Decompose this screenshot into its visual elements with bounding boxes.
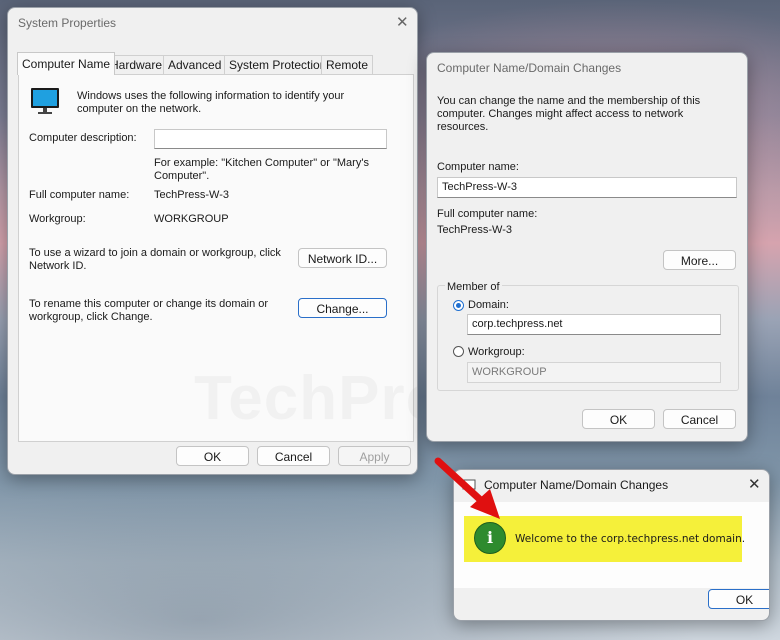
- computer-icon: [31, 88, 59, 114]
- workgroup-value: WORKGROUP: [154, 213, 229, 225]
- tab-system-protection[interactable]: System Protection: [224, 55, 332, 74]
- wizard-text: To use a wizard to join a domain or work…: [29, 247, 281, 272]
- cancel-button[interactable]: Cancel: [257, 446, 330, 466]
- computer-name-panel: TechPress.net Windows uses the following…: [18, 74, 414, 442]
- info-icon: i: [474, 522, 506, 554]
- description-label: Computer description:: [29, 132, 137, 144]
- intro-text: Windows uses the following information t…: [77, 90, 345, 115]
- change-button[interactable]: Change...: [298, 298, 387, 318]
- more-button[interactable]: More...: [663, 250, 736, 270]
- ok-button[interactable]: OK: [176, 446, 249, 466]
- computer-description-input[interactable]: [154, 129, 387, 149]
- dialog-ok-button[interactable]: OK: [582, 409, 655, 429]
- domain-input[interactable]: corp.techpress.net: [467, 314, 721, 335]
- welcome-ok-button[interactable]: OK: [708, 589, 769, 609]
- tab-remote[interactable]: Remote: [321, 55, 374, 74]
- tab-computer-name[interactable]: Computer Name: [17, 52, 116, 75]
- rename-text: To rename this computer or change its do…: [29, 298, 269, 323]
- domain-radio[interactable]: [453, 300, 464, 311]
- changes-intro-text: You can change the name and the membersh…: [437, 95, 701, 133]
- dialog-title: Computer Name/Domain Changes: [437, 61, 622, 75]
- close-icon[interactable]: ✕: [396, 13, 409, 31]
- domain-label: Domain:: [468, 299, 509, 311]
- full-name-value: TechPress-W-3: [154, 189, 229, 201]
- message-title: Computer Name/Domain Changes: [484, 478, 669, 492]
- watermark: TechPress.net: [194, 363, 417, 434]
- window-title: System Properties: [18, 16, 117, 30]
- computer-name-input[interactable]: TechPress-W-3: [437, 177, 737, 198]
- example-text: For example: "Kitchen Computer" or "Mary…: [154, 157, 369, 182]
- welcome-message: Welcome to the corp.techpress.net domain…: [515, 533, 746, 545]
- full-name-label: Full computer name:: [29, 189, 130, 201]
- workgroup-input: WORKGROUP: [467, 362, 721, 383]
- computer-name-label: Computer name:: [437, 161, 519, 173]
- full-computer-name-value: TechPress-W-3: [437, 224, 512, 236]
- arrow-annotation-icon: [434, 457, 500, 519]
- network-id-button[interactable]: Network ID...: [298, 248, 387, 268]
- full-computer-name-label: Full computer name:: [437, 208, 538, 220]
- apply-button[interactable]: Apply: [338, 446, 411, 466]
- system-properties-window: System Properties ✕ Computer Name Hardwa…: [7, 7, 418, 475]
- close-icon[interactable]: ✕: [748, 475, 761, 493]
- workgroup-radio[interactable]: [453, 346, 464, 357]
- workgroup-radio-label: Workgroup:: [468, 346, 525, 358]
- member-of-label: Member of: [445, 281, 502, 294]
- dialog-cancel-button[interactable]: Cancel: [663, 409, 736, 429]
- workgroup-label: Workgroup:: [29, 213, 86, 225]
- tab-advanced[interactable]: Advanced: [163, 55, 227, 74]
- name-domain-changes-window: Computer Name/Domain Changes You can cha…: [426, 52, 748, 442]
